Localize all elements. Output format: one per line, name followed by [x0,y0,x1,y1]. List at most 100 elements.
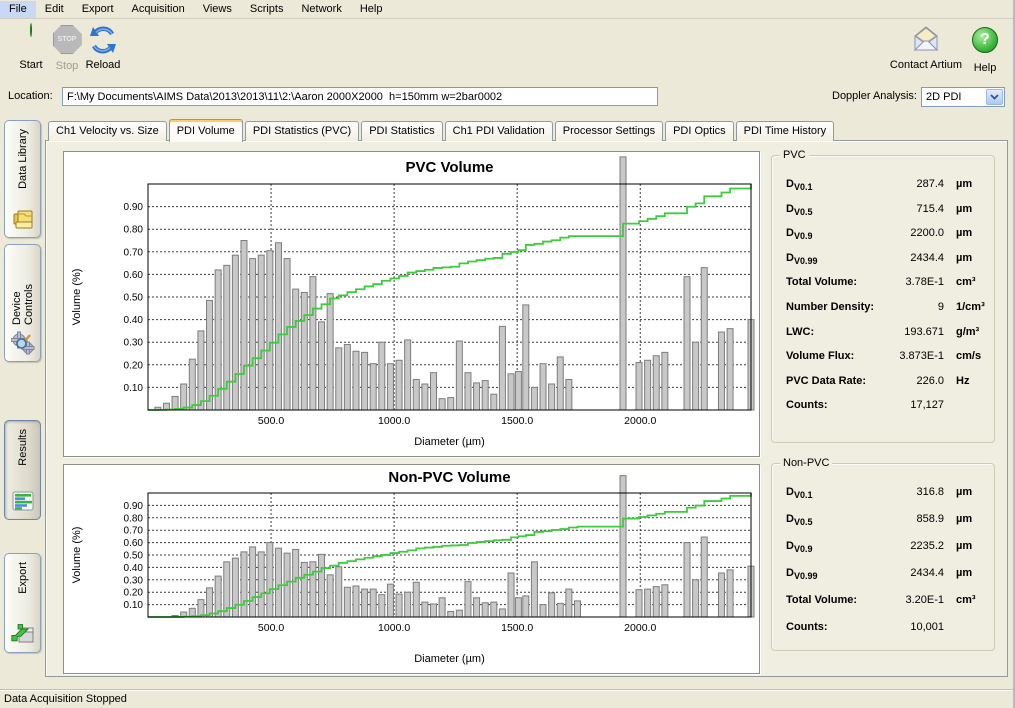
svg-text:1500.0: 1500.0 [501,622,533,634]
chevron-down-icon[interactable] [986,89,1003,105]
svg-text:0.10: 0.10 [124,383,144,394]
svg-text:0.30: 0.30 [124,575,144,586]
svg-text:Volume (%): Volume (%) [71,269,83,326]
menu-help[interactable]: Help [351,1,392,18]
svg-text:2000.0: 2000.0 [624,415,656,427]
location-row: Location: Doppler Analysis: 2D PDI [0,84,1013,110]
toolbar: Start STOP Stop Reload [0,20,1013,82]
sidebar-item-data-library[interactable]: Data Library [4,120,41,238]
stat-row: DV0.1316.8µm [786,486,986,513]
stat-row: DV0.5715.4µm [786,203,986,228]
pdi-volume-tab-page: PVC Volume 0.10 0.20 0.30 0.40 0.50 0.60 0.70 0.… [45,140,1008,677]
svg-text:0.50: 0.50 [124,293,144,304]
location-input[interactable] [62,87,658,106]
stat-row: LWC:193.671g/m³ [786,326,986,351]
contact-artium-button[interactable]: Contact Artium [885,24,967,71]
sidebar-results-label: Results [17,429,29,466]
menu-export[interactable]: Export [73,1,123,18]
svg-text:Volume (%): Volume (%) [71,527,83,584]
sidebar: Data Library Device Controls [0,115,45,690]
menu-file[interactable]: File [0,1,36,18]
pvc-stats-groupbox: PVC DV0.1287.4µmDV0.5715.4µmDV0.92200.0µ… [771,155,995,443]
tab-pdi-optics[interactable]: PDI Optics [665,121,734,141]
svg-text:1500.0: 1500.0 [501,415,533,427]
reload-button[interactable]: Reload [74,24,132,71]
tab-strip: Ch1 Velocity vs. Size PDI Volume PDI Sta… [48,118,836,141]
svg-text:0.20: 0.20 [124,588,144,599]
menu-views[interactable]: Views [194,1,241,18]
menu-bar: File Edit Export Acquisition Views Scrip… [0,0,1013,19]
tab-processor-settings[interactable]: Processor Settings [555,121,663,141]
non-pvc-volume-chart-panel: Non-PVC Volume0.100.200.300.400.500.600.… [63,464,760,674]
stat-row: DV0.992434.4µm [786,252,986,277]
tab-ch1-pdi-validation[interactable]: Ch1 PDI Validation [445,121,553,141]
menu-edit[interactable]: Edit [36,1,73,18]
tab-pdi-statistics-pvc[interactable]: PDI Statistics (PVC) [245,121,359,141]
svg-text:0.30: 0.30 [124,338,144,349]
tab-pdi-time-history[interactable]: PDI Time History [736,121,835,141]
svg-text:0.80: 0.80 [124,225,144,236]
pvc-stats-rows: DV0.1287.4µmDV0.5715.4µmDV0.92200.0µmDV0… [786,178,986,424]
svg-text:1000.0: 1000.0 [378,415,410,427]
doppler-analysis-label: Doppler Analysis: [832,90,917,102]
stat-row: Volume Flux:3.873E-1cm/s [786,350,986,375]
svg-text:500.0: 500.0 [258,415,284,427]
envelope-icon [910,24,942,56]
reload-button-label: Reload [74,59,132,71]
doppler-analysis-value: 2D PDI [922,91,986,103]
stat-row: Number Density:91/cm³ [786,301,986,326]
contact-artium-label: Contact Artium [885,59,967,71]
non-pvc-volume-chart: Non-PVC Volume0.100.200.300.400.500.600.… [64,465,759,671]
sidebar-device-controls-label: Device Controls [11,253,35,325]
svg-text:0.60: 0.60 [124,270,144,281]
svg-text:0.40: 0.40 [124,315,144,326]
non-pvc-stats-rows: DV0.1316.8µmDV0.5858.9µmDV0.92235.2µmDV0… [786,486,986,648]
svg-text:0.90: 0.90 [124,501,144,512]
help-button-label: Help [962,62,1008,74]
svg-text:0.50: 0.50 [124,551,144,562]
non-pvc-stats-groupbox: Non-PVC DV0.1316.8µmDV0.5858.9µmDV0.9223… [771,463,995,651]
stat-row: Total Volume:3.78E-1cm³ [786,276,986,301]
status-bar: Data Acquisition Stopped [0,689,1013,708]
svg-text:Diameter (µm): Diameter (µm) [414,436,485,448]
tab-pdi-statistics[interactable]: PDI Statistics [361,121,442,141]
pvc-stats-title: PVC [780,149,809,161]
export-box-icon [11,622,35,646]
sidebar-item-device-controls[interactable]: Device Controls [4,244,41,362]
stat-row: PVC Data Rate:226.0Hz [786,375,986,400]
stat-row: Total Volume:3.20E-1cm³ [786,594,986,621]
menu-acquisition[interactable]: Acquisition [123,1,194,18]
sidebar-item-export[interactable]: Export [4,553,41,653]
tab-ch1-velocity-vs-size[interactable]: Ch1 Velocity vs. Size [48,121,167,141]
svg-text:1000.0: 1000.0 [378,622,410,634]
doppler-analysis-dropdown[interactable]: 2D PDI [921,87,1005,107]
help-button[interactable]: ? Help [962,24,1008,74]
help-icon: ? [969,27,1001,59]
svg-text:0.80: 0.80 [124,513,144,524]
location-label: Location: [8,90,53,102]
stat-row: DV0.92200.0µm [786,227,986,252]
stat-row: DV0.992434.4µm [786,567,986,594]
gears-magnifier-icon [11,331,35,355]
non-pvc-stats-title: Non-PVC [780,457,832,469]
sidebar-item-results[interactable]: Results [4,420,41,520]
svg-text:0.90: 0.90 [124,202,144,213]
svg-text:0.70: 0.70 [124,247,144,258]
stat-row: DV0.92235.2µm [786,540,986,567]
status-text: Data Acquisition Stopped [4,693,127,705]
pvc-volume-chart: PVC Volume0.100.200.300.400.500.600.700.… [64,152,759,454]
sidebar-data-library-label: Data Library [17,129,29,189]
svg-text:PVC Volume: PVC Volume [405,159,493,176]
menu-network[interactable]: Network [292,1,350,18]
pvc-volume-chart-panel: PVC Volume0.100.200.300.400.500.600.700.… [63,151,760,457]
stat-row: Counts:17,127 [786,399,986,424]
svg-text:Diameter (µm): Diameter (µm) [414,653,485,665]
svg-text:2000.0: 2000.0 [624,622,656,634]
sidebar-export-label: Export [17,562,29,594]
stat-row: DV0.1287.4µm [786,178,986,203]
stat-row: DV0.5858.9µm [786,513,986,540]
svg-text:500.0: 500.0 [258,622,284,634]
menu-scripts[interactable]: Scripts [241,1,293,18]
bar-chart-icon [11,489,35,513]
tab-pdi-volume[interactable]: PDI Volume [169,119,243,142]
